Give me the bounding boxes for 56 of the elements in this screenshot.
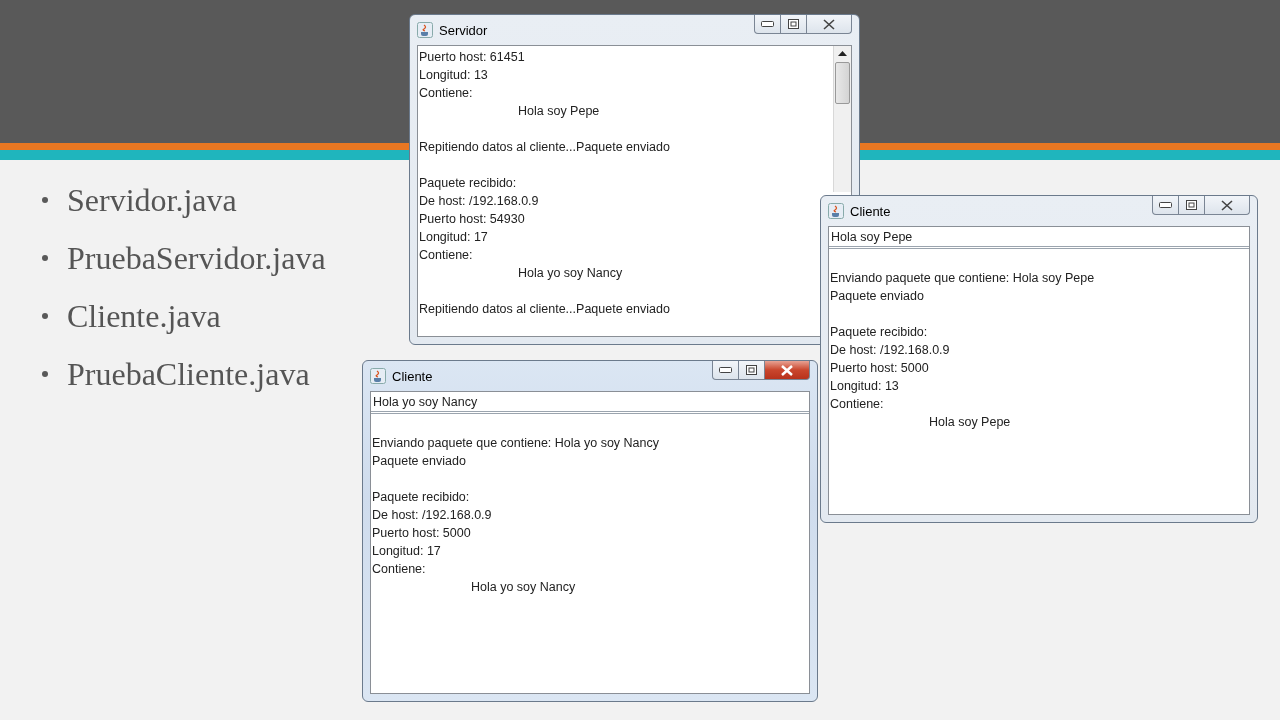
log-line: Contiene: (372, 561, 426, 578)
bullet-icon (42, 197, 48, 203)
log-line: Longitud: 17 (419, 229, 488, 246)
log-line: Puerto host: 61451 (419, 49, 525, 66)
java-cup-icon (370, 368, 386, 384)
close-icon (781, 364, 793, 376)
log-line: Repitiendo datos al cliente...Paquete enviado (419, 139, 670, 156)
log-line: Paquete recibido: (419, 175, 517, 192)
log-line: Contiene: (830, 396, 884, 413)
log-line: Paquete recibido: (830, 324, 928, 341)
log-line: Paquete recibido: (372, 489, 470, 506)
bullet-icon (42, 313, 48, 319)
maximize-icon (788, 19, 799, 29)
window-title: Cliente (850, 203, 891, 219)
log-line: De host: /192.168.0.9 (372, 507, 492, 524)
log-line: Paquete enviado (830, 288, 924, 305)
java-cup-icon (828, 203, 844, 219)
close-icon (1221, 199, 1233, 211)
log-line: De host: /192.168.0.9 (830, 342, 950, 359)
log-line: Hola soy Pepe (518, 103, 600, 120)
log-line: Repitiendo datos al cliente...Paquete enviado (419, 301, 670, 318)
log-line: Contiene: (419, 85, 473, 102)
log-line: Enviando paquete que contiene: Hola soy Pepe (830, 270, 1095, 287)
log-line: Hola yo soy Nancy (471, 579, 576, 596)
bullet-text: Servidor.java (67, 182, 237, 218)
log-line: Puerto host: 54930 (419, 211, 525, 228)
minimize-button[interactable] (712, 361, 739, 380)
close-icon (823, 18, 835, 30)
log-line: De host: /192.168.0.9 (419, 193, 539, 210)
minimize-icon (1159, 202, 1172, 208)
close-button[interactable] (765, 361, 810, 380)
bullet-icon (42, 371, 48, 377)
window-title: Cliente (392, 368, 433, 384)
maximize-button[interactable] (739, 361, 765, 380)
bullet-text: Cliente.java (67, 298, 221, 334)
log-line: Paquete enviado (372, 453, 466, 470)
log-line: Puerto host: 5000 (372, 525, 471, 542)
minimize-icon (719, 367, 732, 373)
log-line: Enviando paquete que contiene: Hola yo soy Nancy (372, 435, 659, 452)
bullet-text: PruebaServidor.java (67, 240, 326, 276)
minimize-icon (761, 21, 774, 27)
bullet-text: PruebaCliente.java (67, 356, 310, 392)
java-cup-icon (417, 22, 433, 38)
window-title: Servidor (439, 22, 488, 38)
log-line: Puerto host: 5000 (830, 360, 929, 377)
log-line: Contiene: (419, 247, 473, 264)
message-field[interactable]: Hola yo soy Nancy (371, 392, 809, 414)
maximize-icon (1186, 200, 1197, 210)
bullet-icon (42, 255, 48, 261)
log-line: Hola soy Pepe (929, 414, 1011, 431)
log-line: Longitud: 13 (830, 378, 899, 395)
log-line: Longitud: 13 (419, 67, 488, 84)
scroll-thumb[interactable] (835, 62, 850, 104)
log-line: Hola yo soy Nancy (518, 265, 623, 282)
log-line: Longitud: 17 (372, 543, 441, 560)
maximize-icon (746, 365, 757, 375)
